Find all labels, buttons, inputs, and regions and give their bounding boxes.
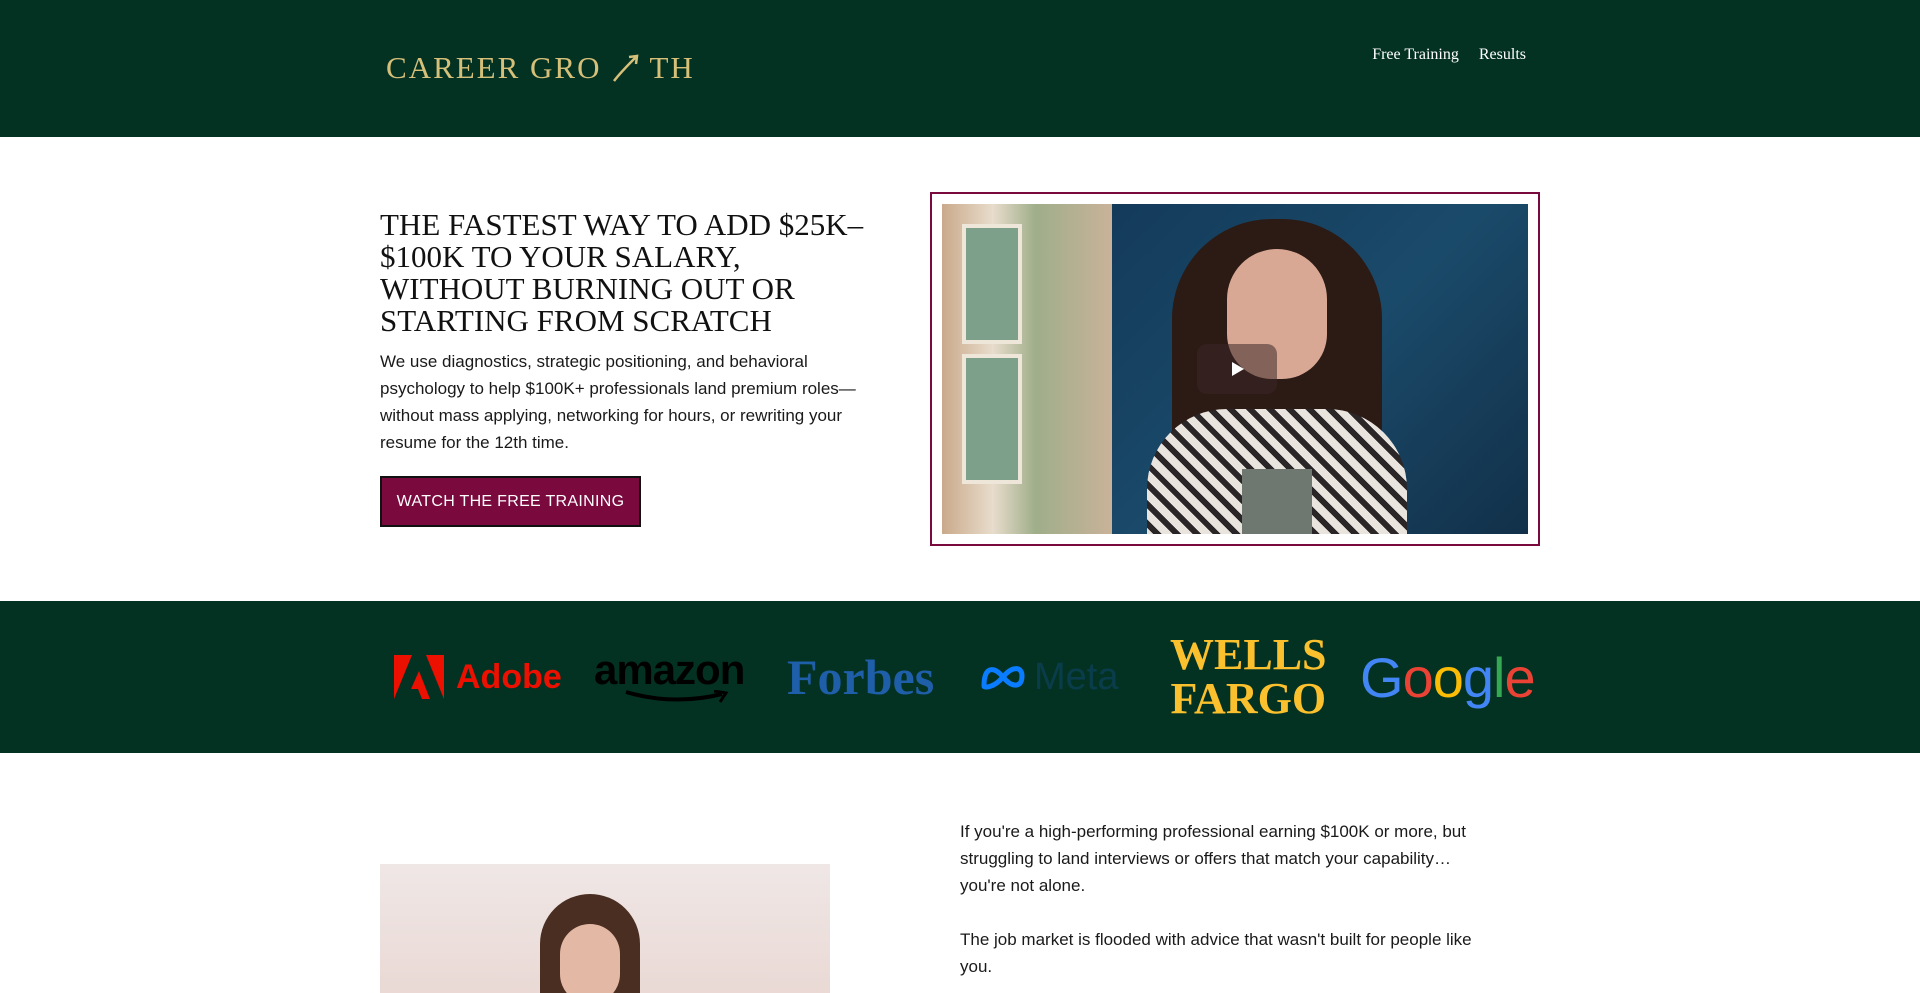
- adobe-mark-icon: [394, 655, 444, 699]
- wells-fargo-logo: WELLS FARGO: [1170, 601, 1327, 753]
- google-logo: Google: [1360, 601, 1536, 753]
- wells-fargo-line2: FARGO: [1170, 674, 1327, 723]
- play-button[interactable]: [1197, 344, 1277, 394]
- forbes-logo: Forbes: [787, 601, 934, 753]
- career-growth-logo[interactable]: CAREER GRO TH: [386, 50, 695, 86]
- site-header: CAREER GRO TH Free Training Results: [0, 0, 1920, 137]
- play-icon: [1232, 362, 1244, 376]
- nav-free-training[interactable]: Free Training: [1372, 46, 1459, 64]
- intro-section: If you're a high-performing professional…: [960, 818, 1490, 993]
- amazon-logo-text: amazon: [594, 646, 745, 693]
- intro-paragraph-1: If you're a high-performing professional…: [960, 822, 1466, 895]
- meta-logo: Meta: [980, 601, 1118, 753]
- meta-logo-text: Meta: [1034, 655, 1119, 698]
- adobe-logo: Adobe: [394, 601, 562, 753]
- video-frame: [930, 192, 1540, 546]
- growth-arrow-icon: [612, 54, 638, 82]
- client-logos-band: Adobe amazon Forbes Meta WELLS FARGO Goo…: [0, 601, 1920, 753]
- amazon-smile-icon: [625, 690, 729, 703]
- coach-photo: [380, 864, 830, 993]
- video-window-background: [942, 204, 1112, 534]
- adobe-logo-text: Adobe: [456, 657, 562, 696]
- hero-description: We use diagnostics, strategic positionin…: [380, 352, 856, 452]
- main-nav: Free Training Results: [1372, 46, 1526, 64]
- watch-training-button[interactable]: WATCH THE FREE TRAINING: [380, 476, 641, 527]
- amazon-logo: amazon: [594, 601, 745, 753]
- hero-title: THE FASTEST WAY TO ADD $25K–$100K TO YOU…: [380, 207, 864, 338]
- meta-infinity-icon: [981, 666, 1025, 690]
- intro-paragraph-2: The job market is flooded with advice th…: [960, 930, 1472, 976]
- google-logo-text: Google: [1360, 645, 1536, 709]
- video-presenter: [1147, 219, 1407, 534]
- logo-text-part1: CAREER GRO: [386, 50, 602, 85]
- logo-text-part2: TH: [649, 50, 695, 85]
- nav-results[interactable]: Results: [1479, 46, 1526, 64]
- training-video[interactable]: [942, 204, 1528, 534]
- forbes-logo-text: Forbes: [787, 649, 935, 705]
- wells-fargo-line1: WELLS: [1170, 630, 1327, 679]
